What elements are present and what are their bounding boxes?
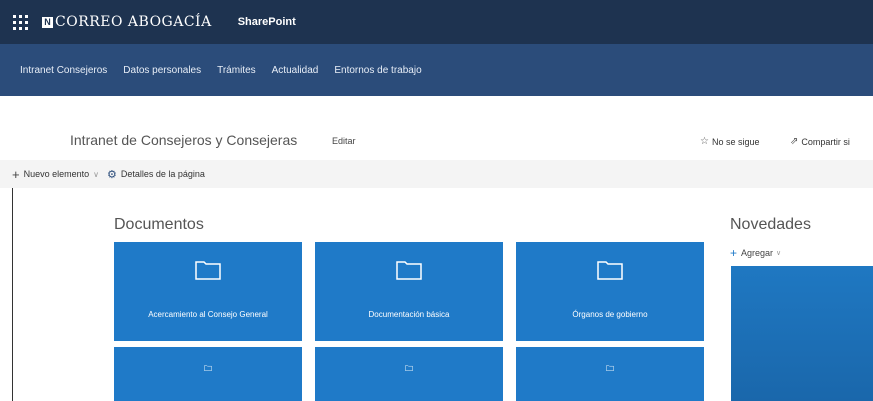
nav-item-entornos-de-trabajo[interactable]: Entornos de trabajo [334,65,421,76]
sharepoint-label[interactable]: SharePoint [238,16,296,28]
follow-label: No se sigue [711,136,760,147]
nav-item-actualidad[interactable]: Actualidad [272,65,319,76]
nav-item-intranet-consejeros[interactable]: Intranet Consejeros [20,65,107,76]
share-label: Compartir si [801,136,850,147]
document-tile[interactable] [516,347,704,401]
brand-logo-text[interactable]: CORREO ABOGACÍA [55,14,212,30]
gear-icon[interactable]: ⚙ [107,168,117,181]
tile-label: Órganos de gobierno [572,310,648,319]
folder-icon [396,261,422,280]
chevron-down-icon: ∨ [776,250,782,257]
page-details-button[interactable]: Detalles de la página [121,169,205,179]
share-icon: ⇗ [790,136,799,147]
edit-link[interactable]: Editar [332,136,356,146]
folder-icon [597,261,623,280]
site-navigation: Intranet Consejeros Datos personales Trá… [0,44,873,96]
star-icon: ☆ [700,136,709,147]
document-tile[interactable]: Documentación básica [315,242,503,341]
tile-label: Documentación básica [368,310,450,319]
share-button[interactable]: ⇗ Compartir si [790,136,850,147]
chevron-down-icon[interactable]: ∨ [93,170,99,179]
command-bar: + Nuevo elemento ∨ ⚙ Detalles de la pági… [0,160,873,188]
add-news-button[interactable]: + Agregar ∨ [730,246,781,260]
nav-item-tramites[interactable]: Trámites [217,65,256,76]
follow-button[interactable]: ☆ No se sigue [700,136,760,147]
document-tile[interactable]: Órganos de gobierno [516,242,704,341]
suite-bar: N CORREO ABOGACÍA SharePoint [0,0,873,44]
site-title[interactable]: Intranet de Consejeros y Consejeras [70,132,297,148]
news-item-image[interactable] [731,266,873,401]
plus-icon: + [730,246,738,260]
new-item-button[interactable]: Nuevo elemento [24,169,90,179]
document-tile[interactable] [114,347,302,401]
folder-icon [195,261,221,280]
document-tile[interactable] [315,347,503,401]
folder-icon [405,365,413,371]
documents-title: Documentos [114,216,204,233]
document-tile[interactable]: Acercamiento al Consejo General [114,242,302,341]
add-news-label: Agregar [741,248,774,258]
brand-logo-mark[interactable]: N [42,16,53,28]
divider [12,188,13,401]
plus-icon[interactable]: + [12,167,20,182]
tile-label: Acercamiento al Consejo General [148,310,268,319]
folder-icon [606,365,614,371]
folder-icon [204,365,212,371]
news-title: Novedades [730,216,811,233]
nav-item-datos-personales[interactable]: Datos personales [123,65,201,76]
app-launcher-icon[interactable] [8,10,32,34]
